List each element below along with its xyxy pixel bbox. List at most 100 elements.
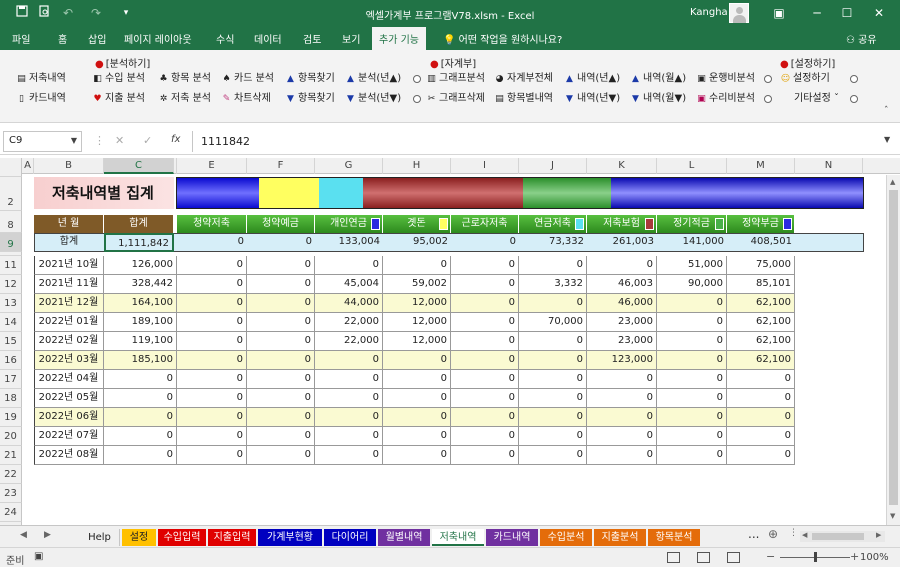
column-header[interactable]: F — [247, 158, 315, 174]
value-cell[interactable]: 0 — [727, 446, 795, 465]
scroll-down-icon[interactable]: ▼ — [890, 512, 895, 520]
month-cell[interactable]: 2022년 07월 — [34, 427, 104, 446]
row-header[interactable]: 22 — [0, 465, 22, 484]
value-cell[interactable]: 0 — [587, 446, 657, 465]
detail-year-up-button[interactable]: ▲ 내역(년▲) — [564, 72, 620, 86]
tab-insert[interactable]: 삽입 — [88, 31, 106, 46]
value-cell[interactable]: 0 — [587, 256, 657, 275]
value-cell[interactable]: 0 — [247, 408, 315, 427]
value-cell[interactable]: 62,100 — [727, 332, 795, 351]
value-cell[interactable]: 0 — [657, 294, 727, 313]
tab-page-layout[interactable]: 페이지 레이아웃 — [124, 31, 192, 46]
row-header[interactable]: 23 — [0, 484, 22, 503]
tab-review[interactable]: 검토 — [303, 31, 321, 46]
value-cell[interactable]: 0 — [451, 294, 519, 313]
value-cell[interactable]: 0 — [177, 332, 247, 351]
collapse-ribbon-icon[interactable]: ˆ — [884, 106, 889, 116]
total-cell[interactable]: 0 — [177, 233, 247, 252]
select-all-corner[interactable] — [0, 158, 22, 174]
row-header[interactable]: 2 — [0, 177, 22, 211]
row-header[interactable]: 12 — [0, 275, 22, 294]
total-value-cell[interactable]: 189,100 — [104, 313, 177, 332]
sheet-tab[interactable]: 설정 — [122, 529, 156, 546]
sheet-tab[interactable]: 수입분석 — [540, 529, 592, 546]
value-cell[interactable]: 3,332 — [519, 275, 587, 294]
sheet-tab[interactable]: 월별내역 — [378, 529, 430, 546]
value-cell[interactable]: 0 — [247, 294, 315, 313]
value-cell[interactable]: 46,003 — [587, 275, 657, 294]
column-header[interactable]: M — [727, 158, 795, 174]
scroll-up-icon[interactable]: ▲ — [890, 178, 895, 186]
value-cell[interactable]: 0 — [177, 294, 247, 313]
total-value-cell[interactable]: 164,100 — [104, 294, 177, 313]
value-cell[interactable]: 0 — [657, 408, 727, 427]
value-cell[interactable]: 0 — [727, 427, 795, 446]
month-cell[interactable]: 2022년 03월 — [34, 351, 104, 370]
value-cell[interactable]: 0 — [657, 332, 727, 351]
total-cell[interactable]: 261,003 — [587, 233, 657, 252]
repair-cost-analysis-button[interactable]: ▣ 수리비분석 — [696, 92, 755, 106]
scroll-thumb[interactable] — [812, 533, 864, 540]
add-sheet-icon[interactable]: ⊕ — [768, 527, 778, 541]
value-cell[interactable]: 0 — [315, 427, 383, 446]
option-radio[interactable] — [850, 95, 858, 103]
column-header[interactable]: B — [34, 158, 104, 174]
value-cell[interactable]: 0 — [315, 389, 383, 408]
column-header[interactable]: H — [383, 158, 451, 174]
value-cell[interactable]: 45,004 — [315, 275, 383, 294]
card-analysis-button[interactable]: ♠ 카드 분석 — [221, 72, 274, 86]
card-list-button[interactable]: ▯ 카드내역 — [16, 92, 66, 106]
column-header[interactable]: L — [657, 158, 727, 174]
name-box[interactable]: C9 ▼ — [3, 131, 82, 152]
value-cell[interactable]: 62,100 — [727, 294, 795, 313]
value-cell[interactable]: 0 — [587, 370, 657, 389]
more-sheets[interactable]: ... — [748, 527, 759, 541]
value-cell[interactable]: 23,000 — [587, 313, 657, 332]
selected-cell-c9[interactable]: 1,111,842 — [104, 233, 174, 252]
share-button[interactable]: ⚇ 공유 — [846, 31, 877, 46]
value-cell[interactable]: 44,000 — [315, 294, 383, 313]
vertical-scrollbar[interactable]: ▲ ▼ — [886, 175, 900, 525]
option-radio[interactable] — [413, 95, 421, 103]
sheet-tab[interactable]: 저축내역 — [432, 529, 484, 546]
column-header[interactable]: K — [587, 158, 657, 174]
value-cell[interactable]: 0 — [247, 256, 315, 275]
month-cell[interactable]: 2022년 06월 — [34, 408, 104, 427]
value-cell[interactable]: 12,000 — [383, 313, 451, 332]
value-cell[interactable]: 0 — [727, 370, 795, 389]
option-radio[interactable] — [764, 75, 772, 83]
month-cell[interactable]: 2021년 11월 — [34, 275, 104, 294]
column-header[interactable]: J — [519, 158, 587, 174]
value-cell[interactable]: 0 — [451, 408, 519, 427]
insert-function-button[interactable]: fx — [171, 134, 180, 145]
page-break-view-icon[interactable] — [727, 552, 740, 563]
value-cell[interactable]: 0 — [519, 427, 587, 446]
row-header[interactable]: 17 — [0, 370, 22, 389]
value-cell[interactable]: 0 — [727, 408, 795, 427]
value-cell[interactable]: 0 — [587, 427, 657, 446]
value-cell[interactable]: 0 — [519, 370, 587, 389]
month-cell[interactable]: 2021년 12월 — [34, 294, 104, 313]
value-cell[interactable]: 0 — [657, 389, 727, 408]
column-header-selected[interactable]: C — [104, 158, 174, 174]
sheet-tab[interactable]: 지출분석 — [594, 529, 646, 546]
value-cell[interactable]: 0 — [315, 408, 383, 427]
month-cell[interactable]: 2021년 10월 — [34, 256, 104, 275]
user-name[interactable]: Kangha — [690, 7, 728, 18]
ledger-all-button[interactable]: ◕ 자계부전체 — [494, 72, 553, 86]
value-cell[interactable]: 0 — [451, 275, 519, 294]
total-cell[interactable]: 133,004 — [315, 233, 383, 252]
column-header[interactable]: E — [177, 158, 247, 174]
value-cell[interactable]: 0 — [177, 351, 247, 370]
settings-button[interactable]: ☺ 설정하기 — [780, 72, 830, 86]
total-value-cell[interactable]: 185,100 — [104, 351, 177, 370]
value-cell[interactable]: 0 — [315, 446, 383, 465]
value-cell[interactable]: 12,000 — [383, 332, 451, 351]
sheet-tab[interactable]: 항목분석 — [648, 529, 700, 546]
value-cell[interactable]: 0 — [587, 389, 657, 408]
income-analysis-button[interactable]: ◧ 수입 분석 — [92, 72, 145, 86]
value-cell[interactable]: 0 — [519, 351, 587, 370]
month-cell[interactable]: 2022년 08월 — [34, 446, 104, 465]
expand-formula-icon[interactable]: ▼ — [884, 135, 890, 144]
value-cell[interactable]: 0 — [177, 427, 247, 446]
